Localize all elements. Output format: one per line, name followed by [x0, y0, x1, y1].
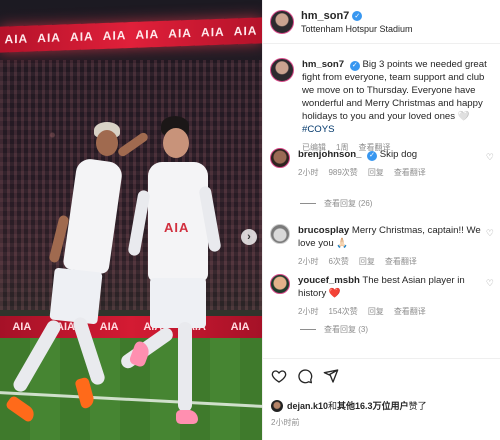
led-banner-top: AIA AIA AIA AIA AIA AIA AIA AIA [0, 17, 262, 53]
avatar[interactable] [270, 274, 290, 294]
translate-link[interactable]: 查看翻译 [394, 306, 426, 317]
banner-text: AIA [4, 31, 29, 47]
comments-list[interactable]: hm_son7 ✓ Big 3 points we needed great f… [263, 52, 500, 352]
comment-time: 2小时 [298, 257, 319, 266]
banner-text: AIA [99, 321, 119, 333]
banner-text: AIA [135, 27, 160, 42]
banner-text: AIA [102, 28, 127, 43]
avatar [271, 399, 283, 412]
avatar[interactable] [270, 9, 294, 34]
heart-icon[interactable] [271, 368, 287, 384]
view-replies-label: 查看回复 (26) [324, 199, 373, 208]
verified-badge-icon: ✓ [352, 10, 363, 21]
liked-by-others[interactable]: 其他16.3万位用户 [337, 399, 409, 412]
comment-username[interactable]: youcef_msbh [298, 275, 360, 286]
liked-by-user[interactable]: dejan.k10 [287, 401, 328, 411]
comment-item: brenjohnson_ ✓ Skip dog 2小时 989次赞 回复 查看翻… [270, 148, 496, 178]
translate-link[interactable]: 查看翻译 [385, 256, 417, 267]
banner-text: AIA [37, 30, 61, 46]
banner-text: AIA [230, 321, 250, 333]
caption-username[interactable]: hm_son7 [302, 59, 344, 70]
avatar[interactable] [270, 58, 294, 82]
verified-badge-icon: ✓ [349, 60, 360, 71]
post-panel: hm_son7 ✓ Tottenham Hotspur Stadium hm_s… [262, 0, 500, 440]
banner-text: AIA [168, 25, 192, 41]
chevron-right-icon: › [247, 231, 251, 243]
view-replies-label: 查看回复 (3) [324, 325, 368, 334]
location-link[interactable]: Tottenham Hotspur Stadium [301, 24, 413, 34]
banner-text: AIA [233, 23, 258, 39]
banner-text: AIA [12, 321, 32, 333]
caption: hm_son7 ✓ Big 3 points we needed great f… [270, 58, 496, 153]
comment-likes[interactable]: 989次赞 [328, 167, 357, 178]
comment-username[interactable]: brucosplay [298, 225, 349, 236]
heart-icon[interactable]: ♡ [486, 228, 494, 239]
post-photo[interactable]: AIA AIA AIA AIA AIA AIA AIA AIA AIA AIA … [0, 0, 262, 440]
post-header: hm_son7 ✓ Tottenham Hotspur Stadium [263, 0, 500, 44]
action-bar: dejan.k10 和 其他16.3万位用户 赞了 2小时前 [263, 358, 500, 440]
liked-by[interactable]: dejan.k10 和 其他16.3万位用户 赞了 [271, 399, 427, 412]
next-photo-button[interactable]: › [241, 229, 257, 245]
led-banner-bottom: AIA AIA AIA AIA AIA AIA [0, 316, 262, 338]
verified-badge-icon: ✓ [367, 150, 378, 161]
reply-button[interactable]: 回复 [368, 167, 384, 178]
reply-button[interactable]: 回复 [359, 256, 375, 267]
banner-text: AIA [201, 24, 225, 40]
comment-item: brucosplay Merry Christmas, captain!! We… [270, 224, 496, 267]
view-replies-button[interactable]: 查看回复 (26) [300, 198, 372, 209]
translate-link[interactable]: 查看翻译 [394, 167, 426, 178]
avatar[interactable] [270, 148, 290, 168]
banner-text: AIA [70, 29, 94, 45]
comment-likes[interactable]: 6次赞 [328, 256, 348, 267]
comment-time: 2小时 [298, 307, 319, 316]
heart-icon[interactable]: ♡ [486, 278, 494, 289]
author-username[interactable]: hm_son7 [301, 10, 349, 22]
comment-item: youcef_msbh The best Asian player in his… [270, 274, 496, 317]
avatar[interactable] [270, 224, 290, 244]
share-icon[interactable] [323, 368, 339, 384]
post-time: 2小时前 [271, 418, 300, 427]
hashtag-link[interactable]: #COYS [302, 124, 335, 135]
heart-icon[interactable]: ♡ [486, 152, 494, 163]
comment-username[interactable]: brenjohnson_ [298, 149, 361, 160]
reply-button[interactable]: 回复 [368, 306, 384, 317]
comment-likes[interactable]: 154次赞 [328, 306, 357, 317]
liked-by-suffix: 赞了 [408, 401, 427, 411]
liked-by-conjunction: 和 [328, 401, 338, 411]
view-replies-button[interactable]: 查看回复 (3) [300, 324, 368, 335]
comment-time: 2小时 [298, 168, 319, 177]
comment-icon[interactable] [297, 368, 313, 384]
shirt-sponsor: AIA [164, 220, 190, 235]
comment-text: Skip dog [379, 149, 418, 160]
stadium-crowd [0, 60, 262, 310]
